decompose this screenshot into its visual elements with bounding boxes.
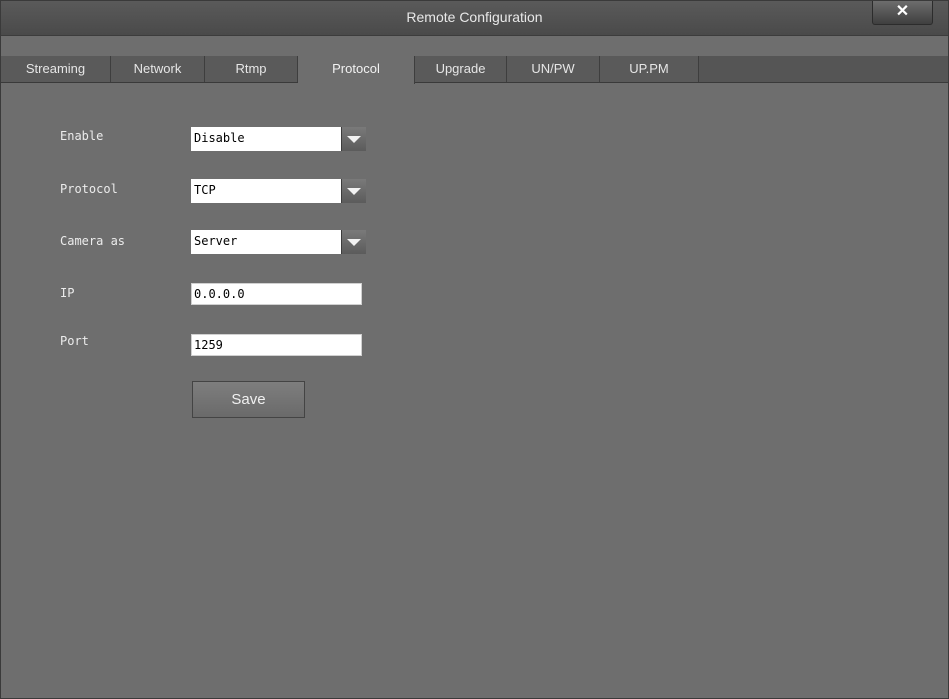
close-button[interactable]: ✕ <box>872 1 933 25</box>
chevron-down-icon[interactable] <box>341 179 366 203</box>
enable-select[interactable]: Disable <box>191 127 366 151</box>
ip-field[interactable]: 0.0.0.0 <box>191 283 362 305</box>
tab-network[interactable]: Network <box>111 56 205 82</box>
tab-up-pm[interactable]: UP.PM <box>600 56 699 82</box>
tab-un-pw[interactable]: UN/PW <box>507 56 600 82</box>
tab-bar: Streaming Network Rtmp Protocol Upgrade … <box>1 56 948 84</box>
camera-as-select-value: Server <box>194 234 238 248</box>
port-field[interactable]: 1259 <box>191 334 362 356</box>
tab-streaming[interactable]: Streaming <box>1 56 111 82</box>
protocol-select-value: TCP <box>194 183 216 197</box>
tab-protocol[interactable]: Protocol <box>298 56 415 84</box>
tab-upgrade[interactable]: Upgrade <box>415 56 507 82</box>
camera-as-select[interactable]: Server <box>191 230 366 254</box>
window-title: Remote Configuration <box>406 9 543 25</box>
camera-as-label: Camera as <box>60 234 126 248</box>
port-label: Port <box>60 334 89 348</box>
enable-label: Enable <box>60 129 104 143</box>
remote-configuration-window: Remote Configuration ✕ Streaming Network… <box>0 0 949 699</box>
chevron-down-icon[interactable] <box>341 127 366 151</box>
save-button[interactable]: Save <box>192 381 305 418</box>
protocol-select[interactable]: TCP <box>191 179 366 203</box>
ip-label: IP <box>60 286 75 300</box>
protocol-label: Protocol <box>60 182 118 196</box>
title-bar[interactable]: Remote Configuration ✕ <box>1 1 948 36</box>
chevron-down-icon[interactable] <box>341 230 366 254</box>
tab-rtmp[interactable]: Rtmp <box>205 56 298 82</box>
enable-select-value: Disable <box>194 131 245 145</box>
